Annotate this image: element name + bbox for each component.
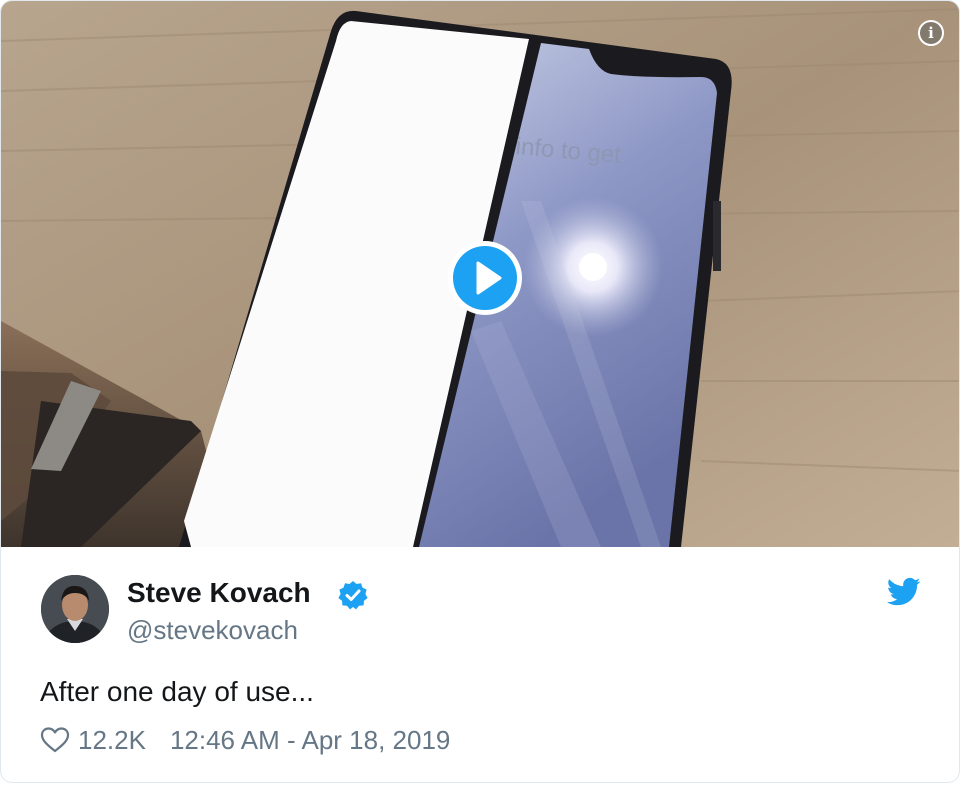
info-glyph: i [928,23,934,42]
avatar[interactable] [41,575,109,643]
like-button[interactable]: 12.2K [40,725,146,756]
author-name[interactable]: Steve Kovach [127,577,311,609]
tweet-timestamp[interactable]: 12:46 AM - Apr 18, 2019 [170,725,450,756]
author-handle[interactable]: @stevekovach [127,615,298,646]
play-button[interactable] [448,241,522,315]
verified-badge-icon [338,581,368,610]
like-count: 12.2K [78,724,146,755]
tweet-embed: info to get i Steve Kovach @stevekovach … [0,0,960,783]
tweet-text: After one day of use... [40,676,314,707]
tweet-meta: 12.2K 12:46 AM - Apr 18, 2019 [40,723,450,757]
heart-icon [40,727,70,753]
info-icon[interactable]: i [918,20,944,46]
play-icon [453,246,517,310]
video-media[interactable]: info to get i [1,1,959,547]
tweet-author: Steve Kovach @stevekovach [41,575,921,645]
twitter-bird-icon[interactable] [887,577,921,607]
